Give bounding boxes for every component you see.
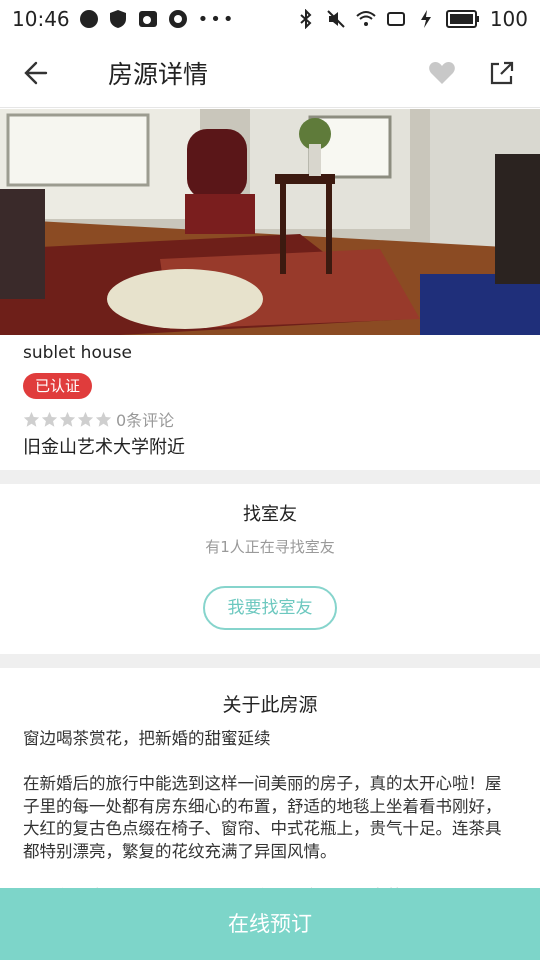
status-left: 10:46 ••• (12, 7, 236, 31)
section-divider (0, 654, 540, 668)
charging-icon (420, 10, 431, 28)
book-online-button[interactable]: 在线预订 (0, 888, 540, 960)
listing-photo[interactable] (0, 109, 540, 335)
shield-icon (109, 10, 126, 28)
star-icon (59, 411, 76, 427)
page-title: 房源详情 (108, 59, 209, 89)
heart-icon (429, 61, 455, 84)
share-button[interactable] (472, 38, 532, 108)
status-time: 10:46 (12, 7, 70, 31)
star-icon (41, 411, 58, 427)
about-description: 窗边喝茶赏花，把新婚的甜蜜延续 在新婚后的旅行中能选到这样一间美丽的房子，真的太… (23, 729, 502, 906)
wifi-icon (356, 11, 376, 26)
roommate-section: 找室友 有1人正在寻找室友 我要找室友 (0, 484, 540, 654)
roommate-subtitle: 有1人正在寻找室友 (205, 538, 335, 556)
roommate-title: 找室友 (243, 504, 297, 525)
mute-icon (327, 10, 345, 28)
weibo-icon (138, 11, 157, 27)
screen-icon (386, 12, 405, 26)
battery-level: 100 (489, 7, 528, 31)
rating-stars (23, 411, 112, 428)
browser-icon (168, 10, 187, 28)
find-roommate-button[interactable]: 我要找室友 (203, 586, 337, 630)
listing-info: sublet house 已认证 0条评论 旧金山艺术大学附近 (0, 335, 540, 470)
review-count[interactable]: 0条评论 (116, 407, 174, 431)
battery-icon (445, 10, 479, 28)
app-bar: 房源详情 (0, 38, 540, 108)
rating-row: 0条评论 (23, 407, 174, 431)
more-notifications-icon: ••• (197, 8, 236, 30)
star-icon (77, 411, 94, 427)
star-icon (95, 411, 112, 427)
share-icon (490, 61, 514, 84)
verified-badge: 已认证 (23, 373, 93, 399)
favorite-button[interactable] (412, 38, 472, 108)
star-icon (23, 411, 40, 427)
status-right: 100 (296, 7, 528, 31)
arrow-left-icon (24, 61, 48, 84)
about-title: 关于此房源 (222, 694, 318, 716)
back-button[interactable] (0, 38, 72, 108)
status-bar: 10:46 ••• 100 (0, 0, 540, 38)
room-illustration (0, 109, 540, 335)
listing-name: sublet house (23, 343, 132, 363)
section-divider (0, 470, 540, 484)
message-icon (79, 10, 98, 28)
bluetooth-icon (300, 9, 312, 29)
listing-location: 旧金山艺术大学附近 (23, 437, 185, 458)
